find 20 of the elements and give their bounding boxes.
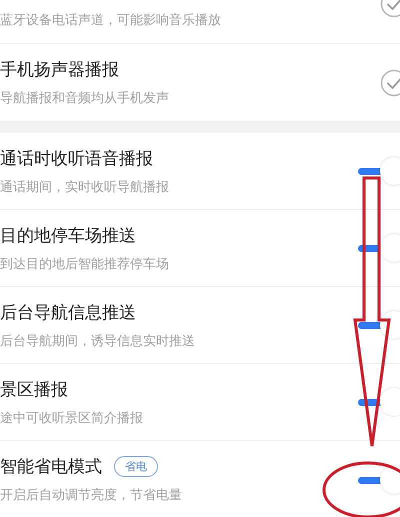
power-saving-tag: 省电	[114, 456, 158, 477]
setting-title: 通话时收听语音播报	[0, 148, 153, 170]
toggle-switch[interactable]	[358, 310, 400, 340]
toggle-switch[interactable]	[358, 387, 400, 417]
setting-title: 智能省电模式	[0, 456, 102, 478]
setting-description: 到达目的地后智能推荐停车场	[0, 256, 169, 272]
setting-description: 蓝牙设备电话声道，可能影响音乐播放	[0, 12, 221, 29]
setting-description: 导航播报和音频均从手机发声	[0, 90, 169, 107]
setting-title: 景区播报	[0, 378, 68, 400]
setting-description: 后台导航期间，诱导信息实时推送	[0, 332, 195, 350]
setting-description: 开启后自动调节亮度，节省电量	[0, 487, 182, 504]
toggle-switch[interactable]	[358, 233, 400, 263]
setting-title: 后台导航信息推送	[0, 302, 136, 324]
checkmark-icon[interactable]	[380, 68, 400, 96]
toggle-switch[interactable]	[358, 464, 400, 494]
setting-description: 途中可收听景区简介播报	[0, 410, 143, 426]
setting-description: 通话期间，实时收听导航播报	[0, 178, 169, 196]
toggle-switch[interactable]	[358, 156, 400, 186]
setting-title: 手机扬声器播报	[0, 59, 119, 81]
setting-title: 目的地停车场推送	[0, 224, 136, 246]
